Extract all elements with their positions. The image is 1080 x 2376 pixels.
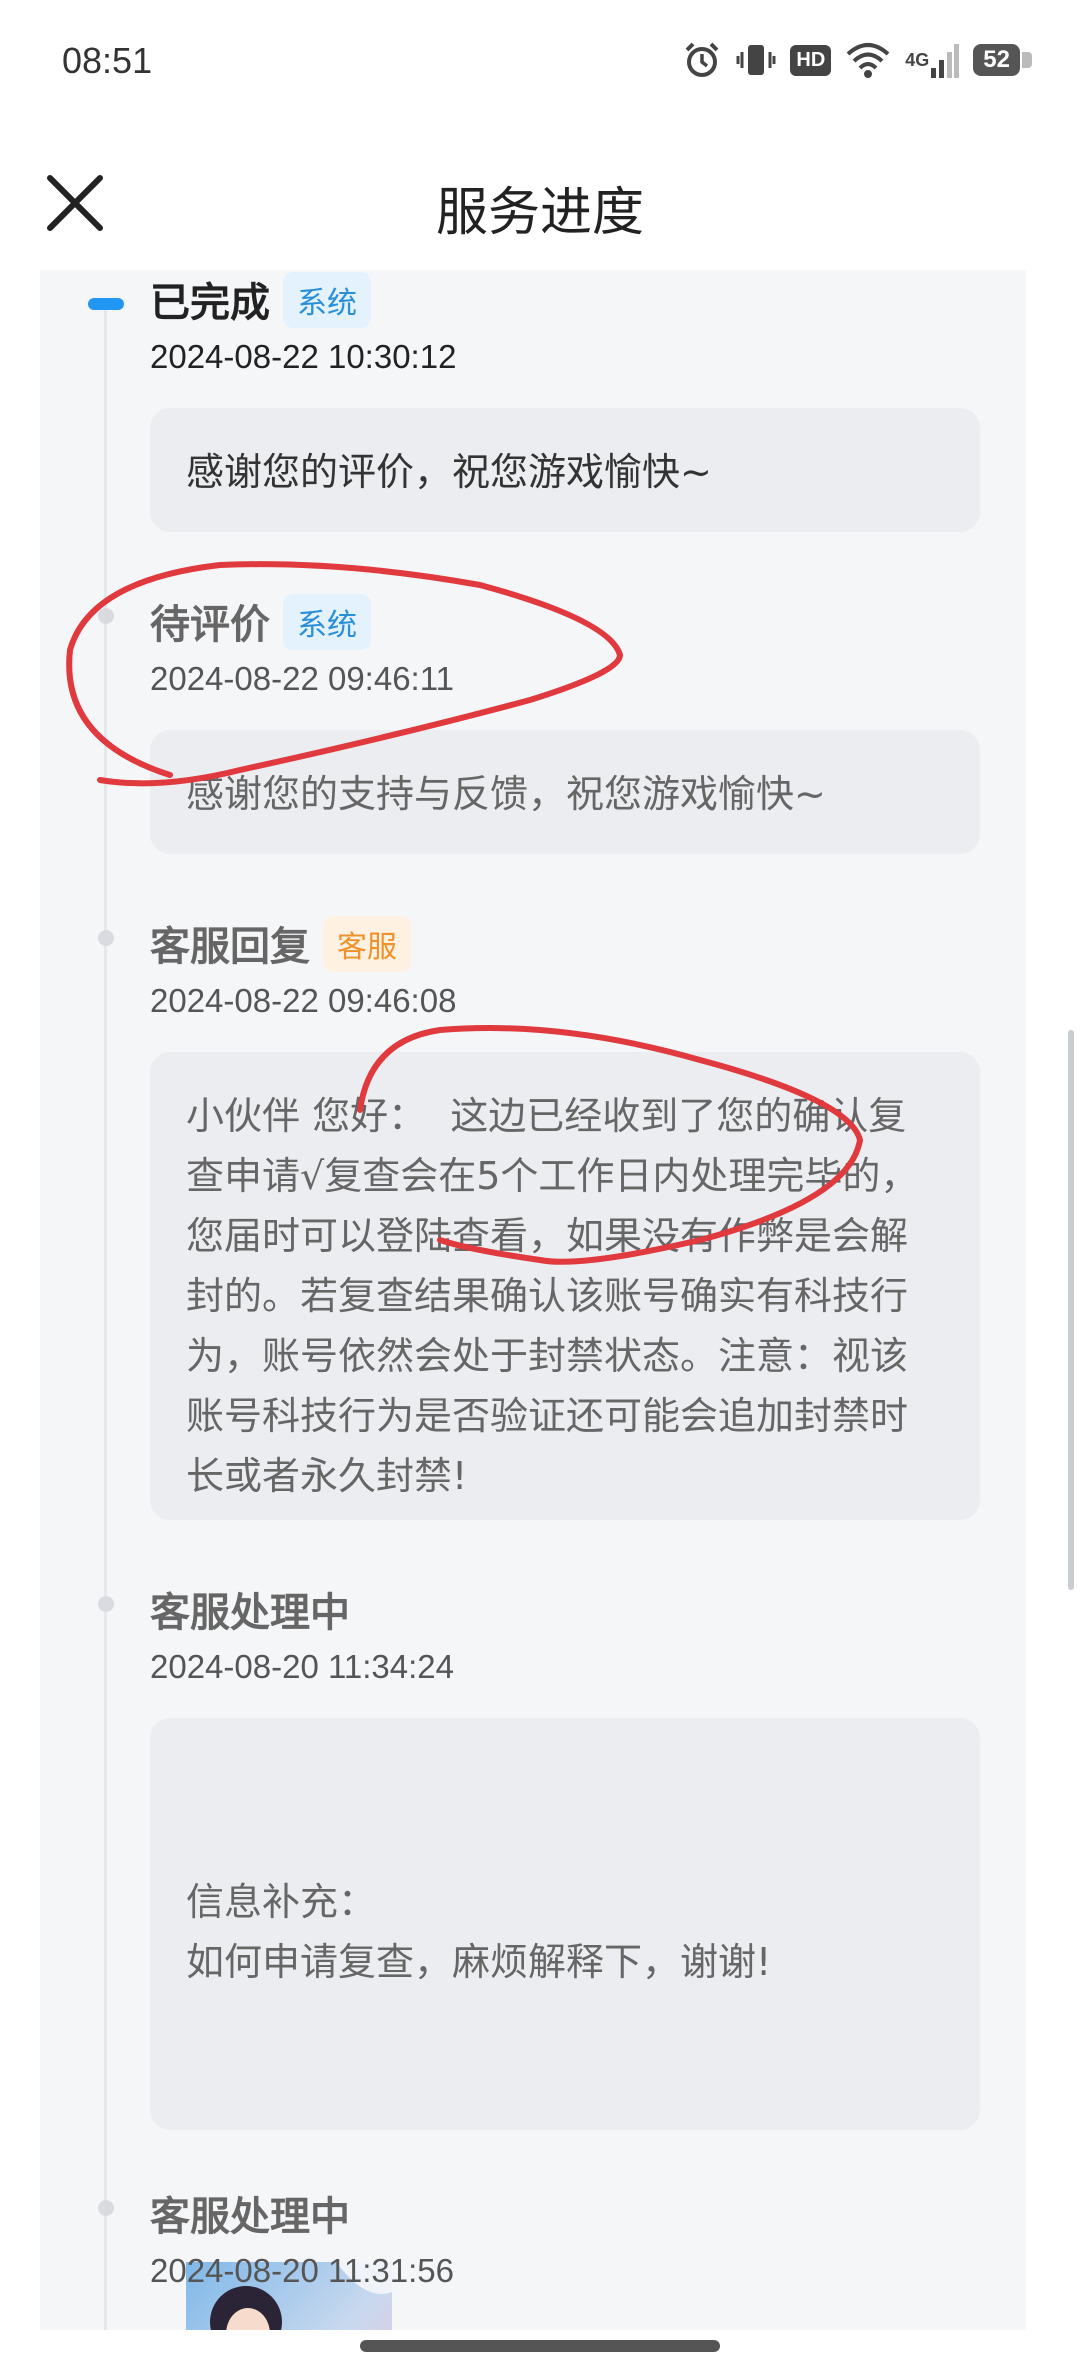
progress-timeline[interactable]: 已完成 系统 2024-08-22 10:30:12 感谢您的评价，祝您游戏愉快…: [40, 270, 1026, 2330]
header-bar: 服务进度: [0, 130, 1080, 270]
network-label: 4G: [905, 49, 930, 70]
scroll-indicator[interactable]: [1068, 1030, 1074, 1590]
4g-signal-icon: 4G: [905, 40, 960, 80]
system-tag: 系统: [283, 594, 371, 650]
entry-status: 待评价: [150, 602, 270, 648]
message-box: 小伙伴 您好： 这边已经收到了您的确认复查申请√复查会在5个工作日内处理完毕的，…: [150, 1052, 980, 1520]
entry-status: 客服处理中: [150, 2194, 350, 2240]
timeline-dot: [98, 608, 114, 624]
entry-status: 客服处理中: [150, 1590, 350, 1636]
alarm-icon: [682, 40, 722, 80]
message-box: 信息补充： 如何申请复查，麻烦解释下，谢谢!: [150, 1718, 980, 2330]
timeline-dot-active: [88, 298, 124, 310]
hd-icon: HD: [790, 44, 832, 76]
home-indicator[interactable]: [360, 2340, 720, 2352]
message-box: 感谢您的支持与反馈，祝您游戏愉快~: [150, 730, 980, 854]
entry-time: 2024-08-22 10:30:12: [150, 338, 457, 375]
entry-time: 2024-08-22 09:46:08: [150, 982, 457, 1019]
entry-status: 已完成: [150, 280, 270, 326]
customer-service-tag: 客服: [323, 916, 411, 972]
vibrate-icon: [736, 40, 776, 80]
message-text: 信息补充： 如何申请复查，麻烦解释下，谢谢!: [186, 1880, 772, 1984]
timeline-dot: [98, 2200, 114, 2216]
status-bar: 08:51 HD 4G 52: [0, 0, 1080, 130]
wifi-icon: [845, 40, 891, 80]
system-tag: 系统: [283, 272, 371, 328]
entry-time: 2024-08-22 09:46:11: [150, 660, 454, 697]
status-icons: HD 4G 52: [682, 38, 1032, 82]
entry-time: 2024-08-20 11:34:24: [150, 1648, 454, 1685]
entry-time: 2024-08-20 11:31:56: [150, 2252, 454, 2289]
timeline-line: [104, 300, 107, 2330]
message-box: 感谢您的评价，祝您游戏愉快~: [150, 408, 980, 532]
timeline-dot: [98, 930, 114, 946]
battery-icon: 52: [973, 44, 1032, 76]
page-title: 服务进度: [435, 183, 644, 243]
timeline-dot: [98, 1596, 114, 1612]
entry-status: 客服回复: [150, 924, 310, 970]
status-time: 08:51: [62, 40, 153, 81]
